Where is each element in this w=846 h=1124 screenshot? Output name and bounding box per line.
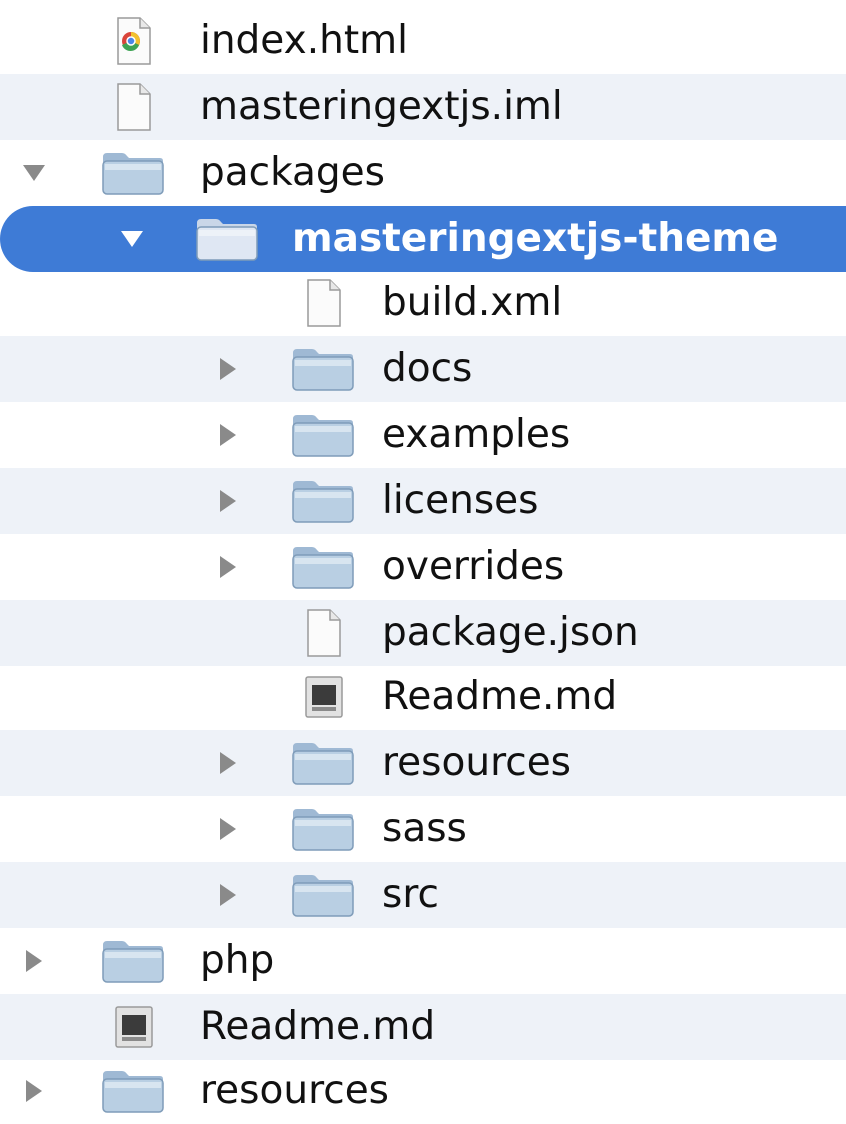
tree-row[interactable]: masteringextjs-theme bbox=[0, 206, 846, 272]
tree-item-label: examples bbox=[382, 412, 571, 457]
tree-row[interactable]: build.xml bbox=[0, 270, 846, 336]
tree-item-label: packages bbox=[200, 150, 385, 195]
folder-icon bbox=[290, 739, 356, 787]
file-icon bbox=[100, 83, 166, 131]
folder-icon bbox=[290, 805, 356, 853]
tree-item-label: licenses bbox=[382, 478, 539, 523]
tree-item-label: build.xml bbox=[382, 280, 563, 325]
tree-item-label: Readme.md bbox=[382, 674, 618, 719]
folder-icon bbox=[100, 1067, 166, 1115]
disclosure-expanded-icon[interactable] bbox=[112, 206, 152, 272]
tree-row[interactable]: overrides bbox=[0, 534, 846, 600]
file-icon bbox=[290, 609, 356, 657]
tree-item-label: resources bbox=[382, 740, 572, 785]
tree-row[interactable]: packages bbox=[0, 140, 846, 206]
tree-row[interactable]: Readme.md bbox=[0, 994, 846, 1060]
disclosure-collapsed-icon[interactable] bbox=[208, 402, 248, 468]
tree-item-label: docs bbox=[382, 346, 473, 391]
folder-icon bbox=[100, 937, 166, 985]
tree-item-label: resources bbox=[200, 1068, 390, 1113]
tree-row[interactable]: masteringextjs.iml bbox=[0, 74, 846, 140]
tree-row[interactable]: package.json bbox=[0, 600, 846, 666]
folder-icon bbox=[290, 411, 356, 459]
tree-row[interactable]: examples bbox=[0, 402, 846, 468]
disclosure-collapsed-icon[interactable] bbox=[208, 862, 248, 928]
document-icon bbox=[290, 673, 356, 721]
tree-item-label: index.html bbox=[200, 18, 408, 63]
tree-row[interactable]: index.html bbox=[0, 8, 846, 74]
document-icon bbox=[100, 1003, 166, 1051]
tree-item-label: overrides bbox=[382, 544, 565, 589]
disclosure-collapsed-icon[interactable] bbox=[14, 1058, 54, 1124]
tree-row[interactable]: docs bbox=[0, 336, 846, 402]
folder-icon bbox=[100, 149, 166, 197]
tree-item-label: Readme.md bbox=[200, 1004, 436, 1049]
disclosure-collapsed-icon[interactable] bbox=[14, 928, 54, 994]
tree-row[interactable]: licenses bbox=[0, 468, 846, 534]
folder-icon bbox=[290, 871, 356, 919]
file-icon bbox=[290, 279, 356, 327]
tree-row[interactable]: sass bbox=[0, 796, 846, 862]
tree-item-label: sass bbox=[382, 806, 467, 851]
html-file-icon bbox=[100, 17, 166, 65]
file-tree: index.html masteringextjs.iml packages m… bbox=[0, 0, 846, 1114]
folder-icon bbox=[290, 345, 356, 393]
tree-item-label: masteringextjs.iml bbox=[200, 84, 563, 129]
tree-row[interactable]: Readme.md bbox=[0, 664, 846, 730]
disclosure-expanded-icon[interactable] bbox=[14, 140, 54, 206]
tree-row[interactable]: resources bbox=[0, 730, 846, 796]
tree-row[interactable]: resources bbox=[0, 1058, 846, 1124]
folder-icon bbox=[290, 543, 356, 591]
tree-row[interactable]: php bbox=[0, 928, 846, 994]
tree-item-label: package.json bbox=[382, 610, 639, 655]
disclosure-collapsed-icon[interactable] bbox=[208, 730, 248, 796]
disclosure-collapsed-icon[interactable] bbox=[208, 468, 248, 534]
tree-item-label: src bbox=[382, 872, 439, 917]
tree-item-label: masteringextjs-theme bbox=[292, 216, 779, 261]
tree-item-label: php bbox=[200, 938, 275, 983]
disclosure-collapsed-icon[interactable] bbox=[208, 796, 248, 862]
disclosure-collapsed-icon[interactable] bbox=[208, 534, 248, 600]
tree-row[interactable]: src bbox=[0, 862, 846, 928]
folder-icon bbox=[194, 215, 260, 263]
folder-icon bbox=[290, 477, 356, 525]
disclosure-collapsed-icon[interactable] bbox=[208, 336, 248, 402]
